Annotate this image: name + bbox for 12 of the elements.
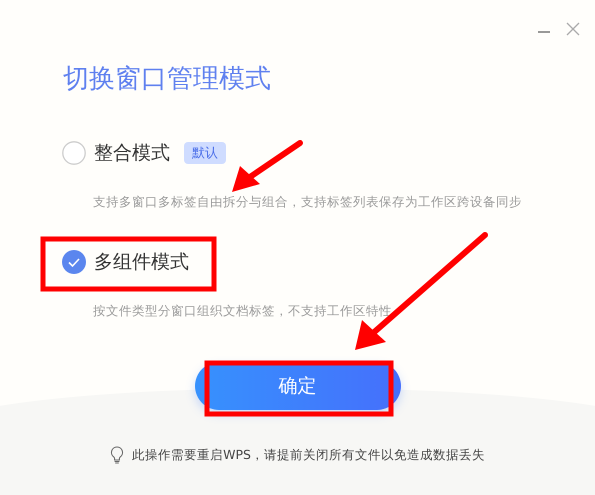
lightbulb-icon	[110, 446, 124, 464]
default-badge: 默认	[184, 142, 226, 164]
restart-notice: 此操作需要重启WPS，请提前关闭所有文件以免造成数据丢失	[132, 446, 485, 464]
dialog-title: 切换窗口管理模式	[63, 63, 272, 96]
checked-radio-icon[interactable]	[62, 250, 86, 274]
option-label[interactable]: 整合模式	[94, 140, 170, 166]
option-description: 支持多窗口多标签自由拆分与组合，支持标签列表保存为工作区跨设备同步	[93, 194, 523, 211]
option-description: 按文件类型分窗口组织文档标签，不支持工作区特性	[93, 303, 393, 320]
radio-button[interactable]	[62, 141, 86, 165]
annotation-arrow	[232, 140, 303, 192]
option-label[interactable]: 多组件模式	[94, 249, 189, 275]
close-icon[interactable]	[565, 21, 581, 37]
